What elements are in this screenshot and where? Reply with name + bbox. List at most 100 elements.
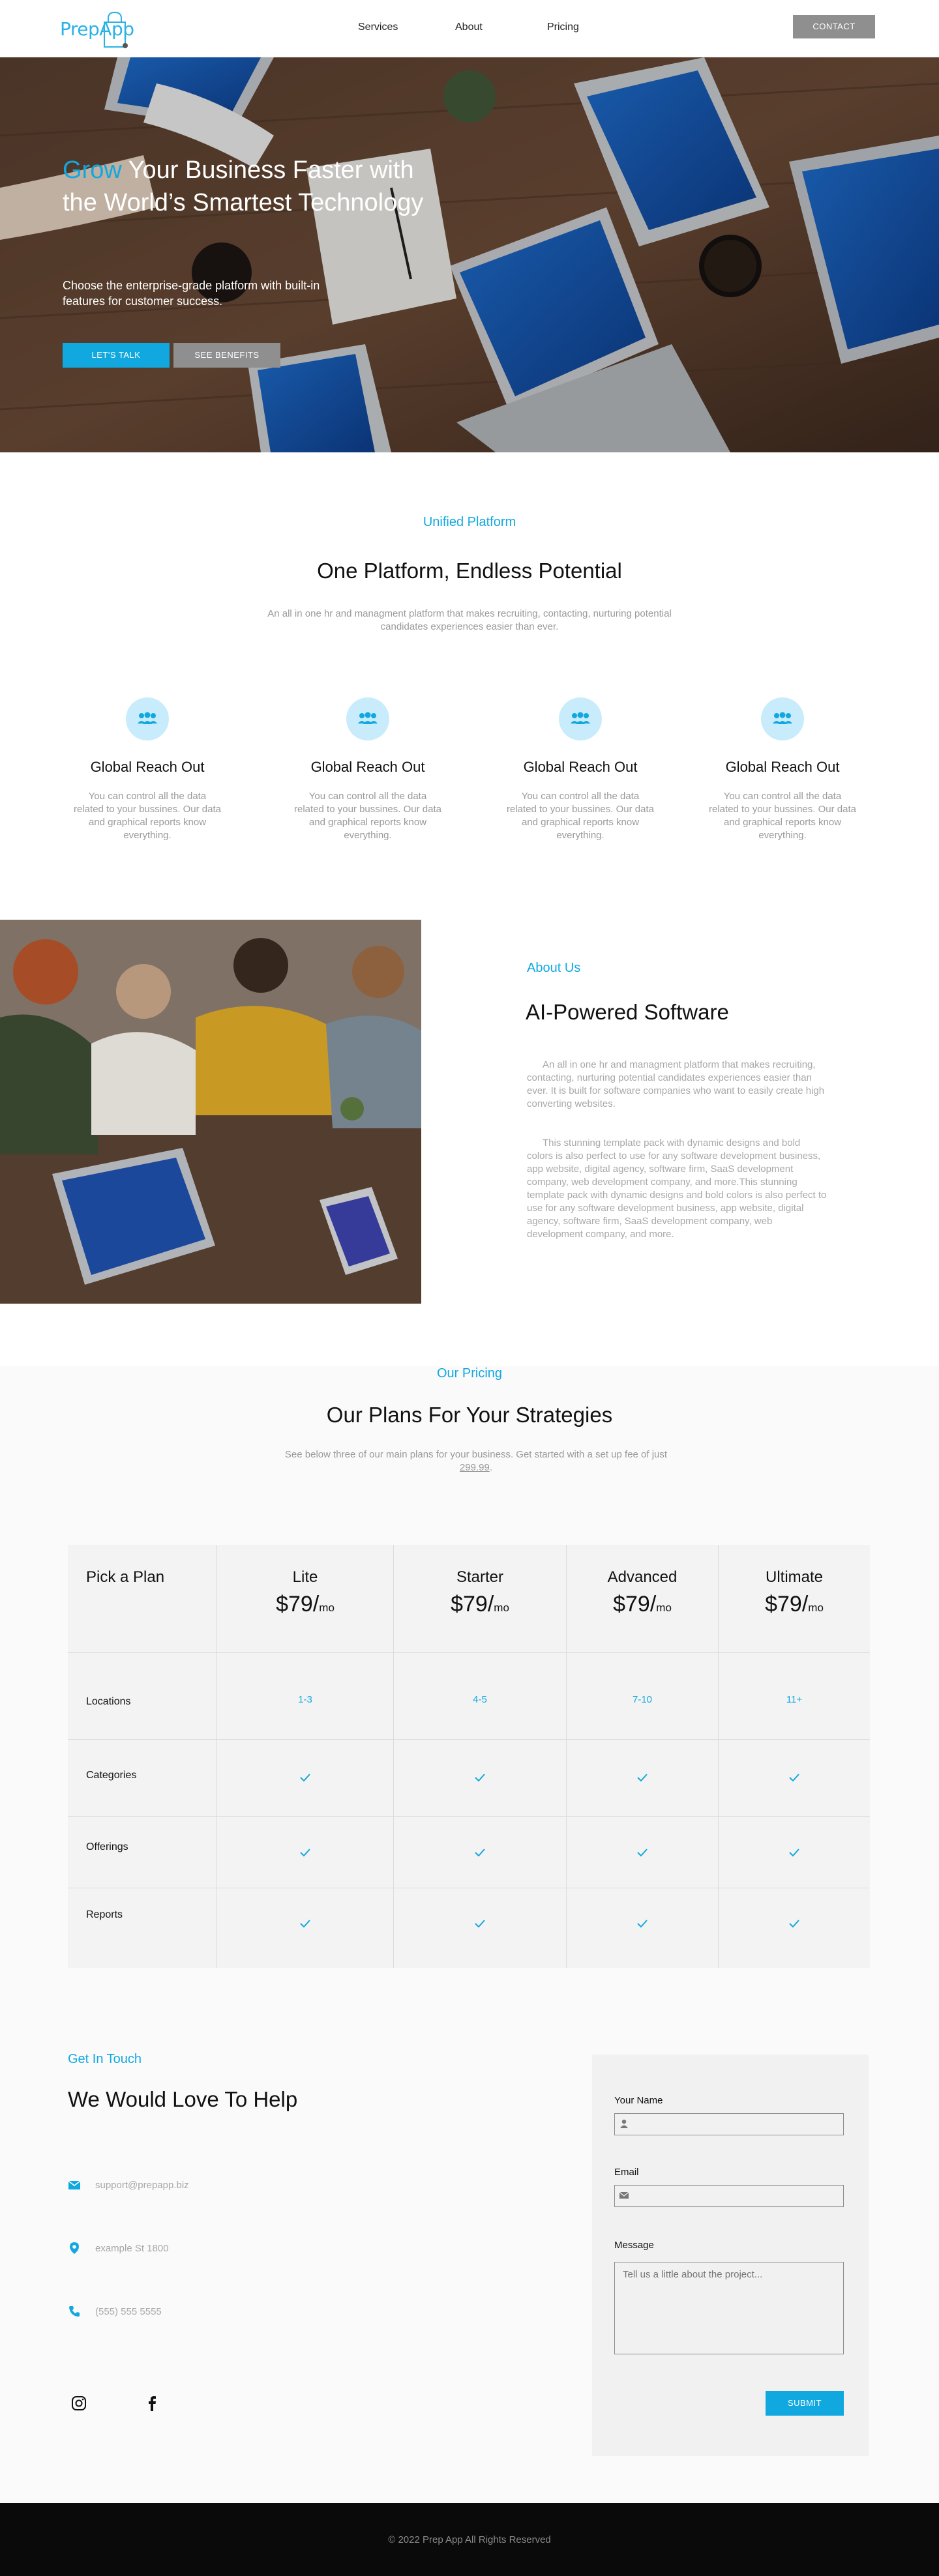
nav-link-services[interactable]: Services <box>358 22 398 33</box>
check-icon <box>475 1920 485 1927</box>
feature-title: Global Reach Out <box>90 759 205 775</box>
nav-link-pricing[interactable]: Pricing <box>547 22 579 33</box>
plan-header-advanced: Advanced $79/mo <box>567 1545 719 1653</box>
plan-price: $79/mo <box>217 1592 393 1617</box>
check-cell <box>394 1817 567 1888</box>
check-icon <box>789 1849 799 1856</box>
feature-title: Global Reach Out <box>725 759 840 775</box>
email-field[interactable] <box>614 2185 844 2207</box>
table-row-label-cell: Locations <box>68 1653 217 1740</box>
check-cell <box>719 1888 870 1968</box>
plan-name: Starter <box>456 1568 504 1586</box>
check-icon <box>300 1920 310 1927</box>
plan-price-unit: mo <box>656 1602 672 1614</box>
about-title: AI-Powered Software <box>526 1000 729 1024</box>
shopping-bag-icon <box>104 11 128 48</box>
table-row-label-cell: Reports <box>68 1888 217 1968</box>
feature-card: Global Reach Out You can control all the… <box>489 697 672 842</box>
check-icon <box>300 1849 310 1856</box>
check-cell <box>719 1740 870 1817</box>
check-icon <box>637 1920 648 1927</box>
footer: © 2022 Prep App All Rights Reserved <box>0 2503 939 2576</box>
nav-link-about[interactable]: About <box>455 22 483 33</box>
plan-price-amount: $79/ <box>276 1592 320 1617</box>
hero-background-image <box>0 57 939 452</box>
hero-section: Grow Your Business Faster with the World… <box>0 57 939 452</box>
plan-header-starter: Starter $79/mo <box>394 1545 567 1653</box>
plan-price-amount: $79/ <box>765 1592 809 1617</box>
lets-talk-button[interactable]: LET'S TALK <box>63 343 170 368</box>
check-icon <box>637 1774 648 1781</box>
check-cell <box>217 1740 394 1817</box>
hero-title: Grow Your Business Faster with the World… <box>63 154 454 219</box>
table-row-label-cell: Offerings <box>68 1817 217 1888</box>
unified-eyebrow: Unified Platform <box>423 515 516 529</box>
check-icon <box>789 1774 799 1781</box>
check-cell <box>567 1740 719 1817</box>
check-cell <box>567 1817 719 1888</box>
feature-description: You can control all the data related to … <box>74 791 221 841</box>
feature-title: Global Reach Out <box>523 759 638 775</box>
feature-card: Global Reach Out You can control all the… <box>276 697 459 842</box>
feature-description: You can control all the data related to … <box>709 791 856 841</box>
plan-name: Lite <box>292 1568 318 1586</box>
logo[interactable]: PrepApp <box>60 10 145 50</box>
team-icon <box>126 697 169 740</box>
mail-icon <box>619 2191 629 2199</box>
mail-icon <box>68 2180 81 2189</box>
pricing-eyebrow: Our Pricing <box>436 1366 503 1381</box>
feature-description: You can control all the data related to … <box>507 791 654 841</box>
pricing-description-end: . <box>489 1462 493 1473</box>
instagram-icon[interactable] <box>70 2395 87 2412</box>
team-icon <box>346 697 389 740</box>
locations-value: 1-3 <box>298 1694 312 1705</box>
feature-title: Global Reach Out <box>310 759 425 775</box>
team-meeting-photo <box>0 920 421 1304</box>
contact-email-text: support@prepapp.biz <box>95 2180 189 2191</box>
check-cell <box>217 1817 394 1888</box>
locations-cell: 11+ <box>719 1653 870 1740</box>
check-cell <box>394 1740 567 1817</box>
contact-button[interactable]: CONTACT <box>793 15 875 38</box>
about-eyebrow: About Us <box>527 961 581 975</box>
footer-copyright: © 2022 Prep App All Rights Reserved <box>388 2534 551 2545</box>
feature-card: Global Reach Out You can control all the… <box>691 697 874 842</box>
facebook-icon[interactable] <box>143 2395 160 2412</box>
about-paragraph: This stunning template pack with dynamic… <box>527 1137 827 1240</box>
pick-plan-label: Pick a Plan <box>86 1568 165 1586</box>
contact-eyebrow: Get In Touch <box>68 2052 142 2066</box>
plan-price-amount: $79/ <box>613 1592 657 1617</box>
plan-price-unit: mo <box>494 1602 509 1614</box>
locations-value: 4-5 <box>473 1694 487 1705</box>
submit-button[interactable]: SUBMIT <box>766 2391 844 2416</box>
unified-description: An all in one hr and managment platform … <box>267 608 672 632</box>
name-label: Your Name <box>614 2095 663 2106</box>
pick-plan-cell: Pick a Plan <box>68 1545 217 1653</box>
contact-title: We Would Love To Help <box>68 2087 298 2111</box>
team-icon <box>559 697 602 740</box>
top-nav: PrepApp Services About Pricing CONTACT <box>0 0 939 57</box>
phone-icon <box>69 2306 80 2317</box>
pricing-table: Pick a Plan Lite $79/mo Starter $79/mo A… <box>68 1545 870 1968</box>
locations-value: 11+ <box>786 1694 803 1705</box>
unified-title: One Platform, Endless Potential <box>317 559 622 583</box>
row-label: Offerings <box>86 1841 128 1852</box>
plan-price-unit: mo <box>808 1602 824 1614</box>
plan-header-ultimate: Ultimate $79/mo <box>719 1545 870 1653</box>
feature-card: Global Reach Out You can control all the… <box>56 697 239 842</box>
see-benefits-button[interactable]: SEE BENEFITS <box>173 343 280 368</box>
message-field[interactable] <box>614 2262 844 2354</box>
pricing-description-text: See below three of our main plans for yo… <box>284 1449 668 1460</box>
plan-price: $79/mo <box>567 1592 718 1617</box>
locations-cell: 7-10 <box>567 1653 719 1740</box>
pricing-title: Our Plans For Your Strategies <box>326 1403 613 1427</box>
setup-fee-link[interactable]: 299.99 <box>460 1462 490 1473</box>
table-row-label-cell: Categories <box>68 1740 217 1817</box>
check-icon <box>300 1774 310 1781</box>
feature-description: You can control all the data related to … <box>294 791 441 841</box>
check-cell <box>719 1817 870 1888</box>
check-icon <box>789 1920 799 1927</box>
user-icon <box>620 2119 628 2128</box>
plan-price-unit: mo <box>319 1602 335 1614</box>
name-field[interactable] <box>614 2113 844 2135</box>
